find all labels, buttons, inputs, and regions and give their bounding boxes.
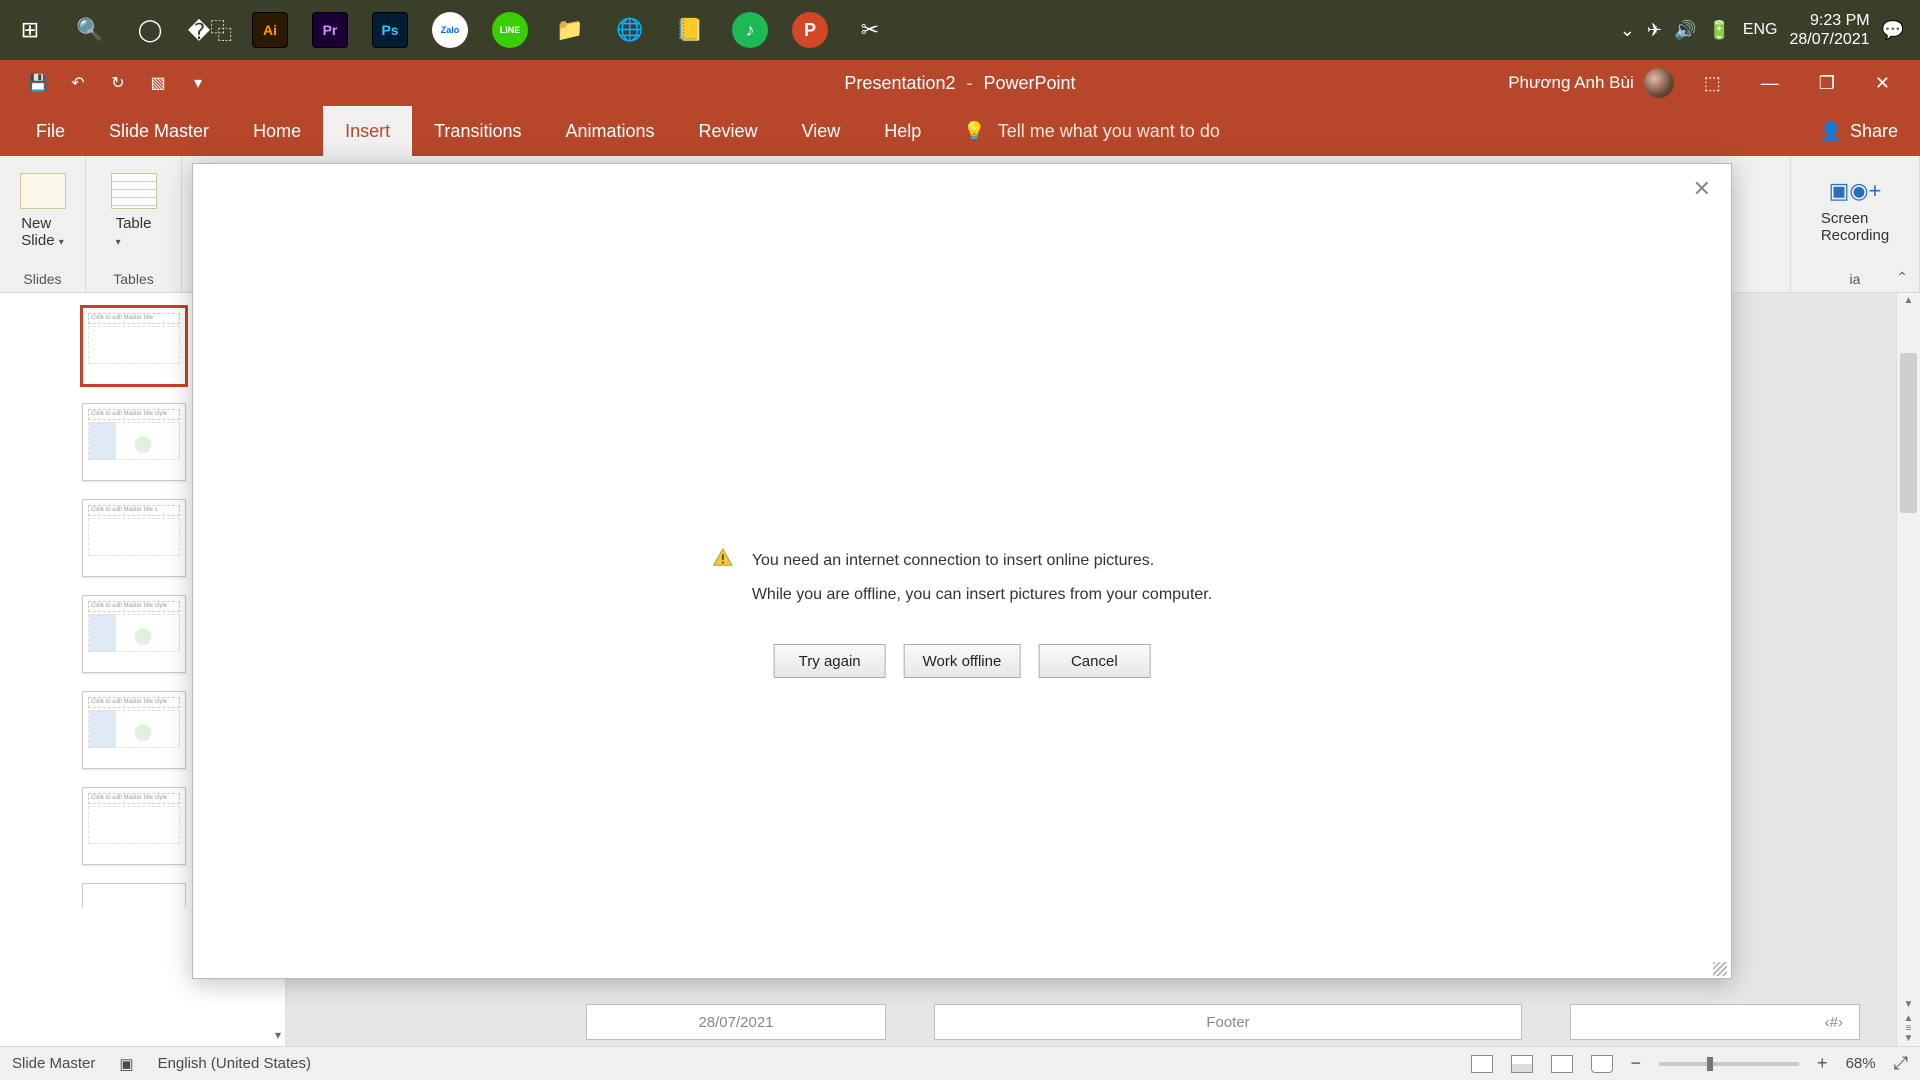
illustrator-icon[interactable]: Ai <box>240 0 300 60</box>
zoom-in-button[interactable]: + <box>1817 1053 1828 1074</box>
photoshop-icon[interactable]: Ps <box>360 0 420 60</box>
status-language[interactable]: English (United States) <box>158 1055 311 1072</box>
share-button[interactable]: 👤 Share <box>1820 106 1920 156</box>
spotify-icon[interactable]: ♪ <box>720 0 780 60</box>
battery-icon[interactable]: 🔋 <box>1708 20 1730 41</box>
input-lang[interactable]: ENG <box>1743 21 1778 39</box>
zoom-out-button[interactable]: − <box>1631 1053 1642 1074</box>
slide-thumbnail[interactable]: Click to edit Master title s <box>82 499 186 577</box>
zoom-level[interactable]: 68% <box>1846 1055 1876 1072</box>
slide-footer-placeholders: 28/07/2021 Footer ‹#› <box>586 1004 1860 1040</box>
status-mode: Slide Master <box>12 1055 95 1072</box>
slideshow-view-button[interactable] <box>1591 1055 1613 1073</box>
group-label-slides: Slides <box>0 266 85 292</box>
volume-icon[interactable]: 🔊 <box>1674 20 1696 41</box>
window-title: Presentation2 - PowerPoint <box>844 73 1075 94</box>
dialog-close-button[interactable]: ✕ <box>1693 176 1711 202</box>
taskbar: ⊞🔍◯�⿻AiPrPsZaloLINE📁🌐📒♪P✂ ⌄ ✈ 🔊 🔋 ENG 9:… <box>0 0 1920 60</box>
tab-review[interactable]: Review <box>677 106 780 156</box>
premiere-icon[interactable]: Pr <box>300 0 360 60</box>
cancel-button[interactable]: Cancel <box>1038 644 1150 678</box>
tab-slide-master[interactable]: Slide Master <box>87 106 231 156</box>
avatar <box>1644 68 1674 98</box>
clock[interactable]: 9:23 PM 28/07/2021 <box>1790 11 1870 49</box>
slide-thumbnail[interactable]: Click to edit Master title <box>82 307 186 385</box>
slide-thumbnail[interactable]: Click to edit Master title style <box>82 691 186 769</box>
slide-thumbnail[interactable]: Click to edit Master title style <box>82 787 186 865</box>
sorter-view-button[interactable] <box>1511 1055 1533 1073</box>
dialog-message-2: While you are offline, you can insert pi… <box>752 578 1212 612</box>
warning-icon <box>712 547 734 569</box>
title-bar: 💾 ↶ ↻ ▧ ▾ Presentation2 - PowerPoint Phư… <box>0 60 1920 106</box>
chevron-down-icon[interactable]: ⌄ <box>1620 20 1635 41</box>
search-icon[interactable]: 🔍 <box>60 0 120 60</box>
normal-view-button[interactable] <box>1471 1055 1493 1073</box>
slide-thumbnail[interactable]: Click to edit Master title style <box>82 595 186 673</box>
tab-file[interactable]: File <box>14 106 87 156</box>
fit-to-window-button[interactable]: ⤢ <box>1894 1053 1908 1074</box>
line-icon[interactable]: LINE <box>480 0 540 60</box>
pagenum-placeholder[interactable]: ‹#› <box>1570 1004 1860 1040</box>
present-icon[interactable]: ▧ <box>138 60 178 106</box>
system-tray: ⌄ ✈ 🔊 🔋 ENG 9:23 PM 28/07/2021 💬 <box>1620 0 1920 60</box>
explorer-icon[interactable]: 📁 <box>540 0 600 60</box>
cortana-icon[interactable]: ◯ <box>120 0 180 60</box>
reading-view-button[interactable] <box>1551 1055 1573 1073</box>
footer-placeholder[interactable]: Footer <box>934 1004 1522 1040</box>
notes-icon[interactable]: 📒 <box>660 0 720 60</box>
try-again-button[interactable]: Try again <box>774 644 886 678</box>
thumb-scroll-down[interactable]: ▾ <box>275 1028 281 1042</box>
ribbon-tabs: FileSlide MasterHomeInsertTransitionsAni… <box>0 106 1920 156</box>
edge-icon[interactable]: 🌐 <box>600 0 660 60</box>
save-icon[interactable]: 💾 <box>18 60 58 106</box>
powerpoint-icon[interactable]: P <box>780 0 840 60</box>
slide-thumbnail[interactable]: Click to edit Master title style <box>82 403 186 481</box>
tab-help[interactable]: Help <box>862 106 943 156</box>
screen-recording-button[interactable]: ▣◉+ ScreenRecording <box>1821 178 1889 244</box>
account-button[interactable]: Phương Anh Bùi <box>1508 68 1674 98</box>
ribbon-mode-icon[interactable]: ⬚ <box>1694 73 1731 94</box>
tab-home[interactable]: Home <box>231 106 323 156</box>
airplane-icon[interactable]: ✈ <box>1647 20 1662 41</box>
zoom-slider[interactable] <box>1659 1062 1799 1066</box>
close-button[interactable]: ✕ <box>1865 73 1900 94</box>
slide-thumbnail[interactable] <box>82 883 186 907</box>
tellme-icon: 💡 <box>963 121 985 142</box>
tab-transitions[interactable]: Transitions <box>412 106 543 156</box>
vertical-scrollbar[interactable]: ▲ ▼ ▲≡▼ <box>1896 293 1920 1046</box>
dialog-message-1: You need an internet connection to inser… <box>752 544 1212 578</box>
minimize-button[interactable]: — <box>1751 73 1789 94</box>
notifications-icon[interactable]: 💬 <box>1882 20 1904 41</box>
redo-icon[interactable]: ↻ <box>98 60 138 106</box>
work-offline-button[interactable]: Work offline <box>904 644 1021 678</box>
share-icon: 👤 <box>1820 121 1842 142</box>
status-bar: Slide Master ▣ English (United States) −… <box>0 1046 1920 1080</box>
tab-insert[interactable]: Insert <box>323 106 412 156</box>
group-label-tables: Tables <box>86 266 181 292</box>
date-placeholder[interactable]: 28/07/2021 <box>586 1004 886 1040</box>
undo-icon[interactable]: ↶ <box>58 60 98 106</box>
spellcheck-icon[interactable]: ▣ <box>119 1055 133 1073</box>
resize-grip[interactable] <box>1713 962 1727 976</box>
collapse-ribbon-button[interactable]: ⌃ <box>1896 269 1908 286</box>
online-pictures-dialog: ✕ You need an internet connection to ins… <box>192 163 1732 979</box>
snip-icon[interactable]: ✂ <box>840 0 900 60</box>
taskview-icon[interactable]: �⿻ <box>180 0 240 60</box>
tab-view[interactable]: View <box>780 106 863 156</box>
tab-animations[interactable]: Animations <box>543 106 676 156</box>
zalo-icon[interactable]: Zalo <box>420 0 480 60</box>
restore-button[interactable]: ❐ <box>1809 73 1845 94</box>
new-slide-button[interactable]: NewSlide ▾ <box>20 173 66 249</box>
table-button[interactable]: Table▾ <box>111 173 157 249</box>
tellme-input[interactable]: Tell me what you want to do <box>998 121 1220 142</box>
qa-customize[interactable]: ▾ <box>178 60 218 106</box>
start-icon[interactable]: ⊞ <box>0 0 60 60</box>
